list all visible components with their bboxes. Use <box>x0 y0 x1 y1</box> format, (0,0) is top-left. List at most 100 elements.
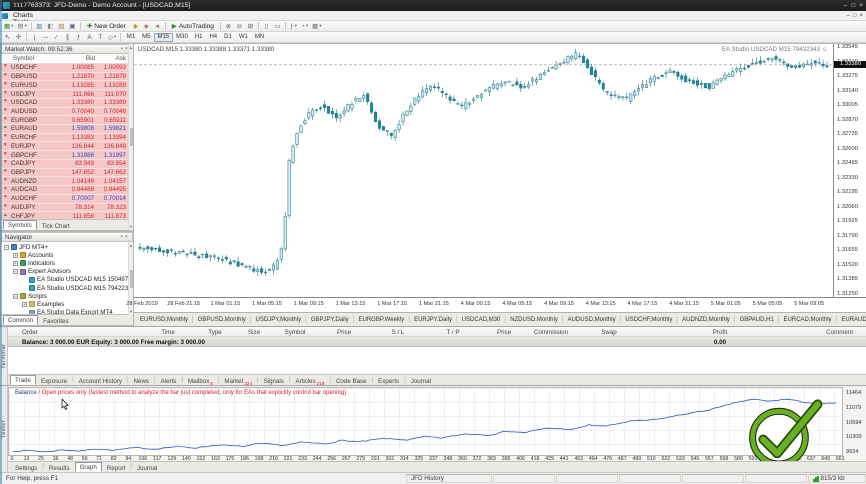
tab-market[interactable]: Market324 <box>219 376 257 386</box>
expand-toggle[interactable]: − <box>13 269 18 275</box>
data-window-toggle[interactable]: ◧ <box>45 22 56 31</box>
chart-tab-nzdusd-monthly[interactable]: NZDUSD,Monthly <box>507 317 561 323</box>
column-header-price[interactable]: Price <box>497 329 511 336</box>
tab-favorites[interactable]: Favorites <box>38 316 73 325</box>
timeframe-m1[interactable]: M1 <box>123 33 138 42</box>
market-watch-row[interactable]: ▲ EURAUD 1.59808 1.59821 <box>1 125 133 134</box>
candlestick-plot[interactable] <box>134 44 833 297</box>
navigator-item-scripts[interactable]: − Scripts <box>1 292 133 300</box>
expand-toggle[interactable]: + <box>13 252 18 258</box>
market-watch-row[interactable]: ▼ AUDUSD 0.70040 0.70046 <box>1 107 133 117</box>
chart-tab-eurgbp-weekly[interactable]: EURGBP,Weekly <box>356 317 408 323</box>
expand-toggle[interactable]: − <box>4 244 9 250</box>
close-window-button[interactable]: × <box>859 2 863 9</box>
close-chart-button[interactable]: × <box>859 13 863 19</box>
chart-tab-usdjpy-monthly[interactable]: USDJPY,Monthly <box>253 317 305 323</box>
market-watch-row[interactable]: ▼ USDCAD 1.33380 1.33389 <box>1 98 133 108</box>
market-watch-row[interactable]: ▼ CADJPY 83.943 83.954 <box>1 159 133 169</box>
tab-alerts[interactable]: Alerts <box>156 376 182 385</box>
tab-symbols[interactable]: Symbols <box>3 220 37 230</box>
status-connection[interactable]: 815/3 kb <box>808 474 866 483</box>
tab-tick-chart[interactable]: Tick Chart <box>37 221 75 230</box>
market-watch-toggle[interactable]: ▥ <box>34 22 45 31</box>
market-watch-row[interactable]: ▼ AUDCAD 0.94488 0.94495 <box>1 186 133 195</box>
navigator-item-jfd-mt4-[interactable]: − JFD MT4+ <box>1 243 133 251</box>
chart-tab-audnzd-monthly[interactable]: AUDNZD,Monthly <box>679 317 733 323</box>
market-watch-column-header[interactable]: Symbol Bid Ask <box>1 54 133 64</box>
chart-tab-eurjpy-daily[interactable]: EURJPY,Daily <box>411 317 455 323</box>
timeframe-mn[interactable]: MN <box>251 33 267 42</box>
navigator-item-ea-studio-usdcad-m15-15049761[interactable]: EA Studio USDCAD M15 15049761 <box>1 276 133 284</box>
navigator-item-examples[interactable]: + Examples <box>1 300 133 308</box>
text-tool[interactable]: A <box>84 33 95 42</box>
tab-account-history[interactable]: Account History <box>74 376 127 385</box>
expert-properties-button[interactable]: ◈ <box>141 22 152 31</box>
navigator-item-ea-studio-usdcad-m15-79422343[interactable]: EA Studio USDCAD M15 79422343 <box>1 284 133 292</box>
scroll-thumb[interactable] <box>129 269 133 288</box>
tab-results[interactable]: Results <box>44 463 75 472</box>
periods-button[interactable]: ◔ ▾ <box>299 22 310 31</box>
chart-tab-eurcad-monthly[interactable]: EURCAD,Monthly <box>781 317 835 323</box>
autotrading-button[interactable]: ▶ AutoTrading <box>168 22 218 31</box>
shapes-tool[interactable]: ◇ ▾ <box>106 33 118 42</box>
tile-windows-button[interactable]: ⊞ <box>245 22 256 31</box>
column-header-swap[interactable]: Swap <box>601 329 616 336</box>
scroll-down-icon[interactable]: ▼ <box>129 309 133 314</box>
tab-news[interactable]: News <box>129 376 154 385</box>
tab-journal[interactable]: Journal <box>132 463 162 472</box>
balance-row[interactable]: Balance: 3 000.00 EUR Equity: 3 000.00 F… <box>8 337 866 347</box>
chart-tab-eurusd-monthly[interactable]: EURUSD,Monthly <box>137 317 191 323</box>
timeframe-d1[interactable]: D1 <box>221 33 236 42</box>
chart-window[interactable]: 1.335451.334101.332751.331401.330051.328… <box>126 43 866 313</box>
chart-tab-gbpjpy-daily[interactable]: GBPJPY,Daily <box>308 317 352 323</box>
chart-tab-gbpaud-h1[interactable]: GBPAUD,H1 <box>737 317 777 323</box>
orders-table-header[interactable]: Order Time Type Size Symbol Price S / L T / P Pr… <box>8 327 866 337</box>
tab-trade[interactable]: Trade <box>10 375 36 385</box>
navigator-item-accounts[interactable]: + Accounts <box>1 251 133 259</box>
column-header-order[interactable]: Order <box>22 329 38 336</box>
column-header-time[interactable]: Time <box>161 329 175 336</box>
ea-smiley-icon[interactable]: ☺ <box>822 46 828 53</box>
arrange-vertical-button[interactable]: ▯ <box>261 22 272 31</box>
terminal-toggle[interactable]: ▣ <box>67 22 78 31</box>
market-watch-row[interactable]: ▼ EURUSD 1.13285 1.13289 <box>1 81 133 91</box>
time-axis[interactable]: 28 Feb 2019 28 Feb 21:15 1 Mar 01:15 1 Mar … <box>126 297 866 313</box>
chart-tab-gbpusd-monthly[interactable]: GBPUSD,Monthly <box>195 317 249 323</box>
cursor-tool[interactable]: ↖ <box>2 33 13 42</box>
menu-insert[interactable]: Insert <box>8 5 42 12</box>
bid-column-header[interactable]: Bid <box>57 55 95 62</box>
expand-toggle[interactable]: − <box>13 293 18 299</box>
chart-tab-audusd-monthly[interactable]: AUDUSD,Monthly <box>565 317 619 323</box>
indicators-button[interactable]: ƒ ▾ <box>288 22 299 31</box>
market-watch-row[interactable]: ▼ GBPUSD 1.21870 1.21879 <box>1 72 133 82</box>
tab-graph[interactable]: Graph <box>74 462 102 472</box>
tab-mailbox[interactable]: Mailbox8 <box>183 376 218 386</box>
column-header-profit[interactable]: Profit <box>713 329 727 336</box>
restore-window-button[interactable]: □ <box>851 2 855 9</box>
zoom-out-button[interactable]: ⊖ <box>234 22 245 31</box>
timeframe-w1[interactable]: W1 <box>235 33 251 42</box>
tab-common[interactable]: Common <box>3 315 39 325</box>
timeframe-h1[interactable]: H1 <box>191 33 206 42</box>
crosshair-tool[interactable]: ✛ <box>13 33 24 42</box>
column-header-comment[interactable]: Comment <box>826 329 853 336</box>
navigator-item-ea-studio-data-export-mt4[interactable]: EA Studio Data Export MT4 <box>1 309 133 314</box>
market-watch-row[interactable]: ▼ USDCHF 1.00085 1.00093 <box>1 64 133 73</box>
tab-exposure[interactable]: Exposure <box>36 376 72 385</box>
chart-tab-usdchf-monthly[interactable]: USDCHF,Monthly <box>622 317 675 323</box>
new-chart-button[interactable]: ▦ ▾ <box>2 22 15 31</box>
chart-tab-euraud-monthly[interactable]: EURAUD,Monthly <box>838 317 866 323</box>
column-header-s-l[interactable]: S / L <box>392 329 405 336</box>
market-watch-scrollbar[interactable]: ▲ ▼ <box>128 44 133 230</box>
profiles-button[interactable]: ▤ ▾ <box>15 22 28 31</box>
market-watch-row[interactable]: ▼ AUDJPY 78.314 78.323 <box>1 203 133 213</box>
navigator-title-bar[interactable]: Navigator ▪ × <box>1 232 133 242</box>
tab-signals[interactable]: Signals <box>259 376 289 385</box>
scroll-down-icon[interactable]: ▼ <box>129 224 133 229</box>
symbol-column-header[interactable]: Symbol <box>3 55 57 62</box>
tab-journal[interactable]: Journal <box>406 376 436 385</box>
market-watch-row[interactable]: ▼ EURJPY 126.844 126.849 <box>1 142 133 152</box>
tab-experts[interactable]: Experts <box>373 376 404 385</box>
sound-button[interactable]: ◄ <box>152 22 163 31</box>
menu-charts[interactable]: Charts <box>8 12 42 19</box>
